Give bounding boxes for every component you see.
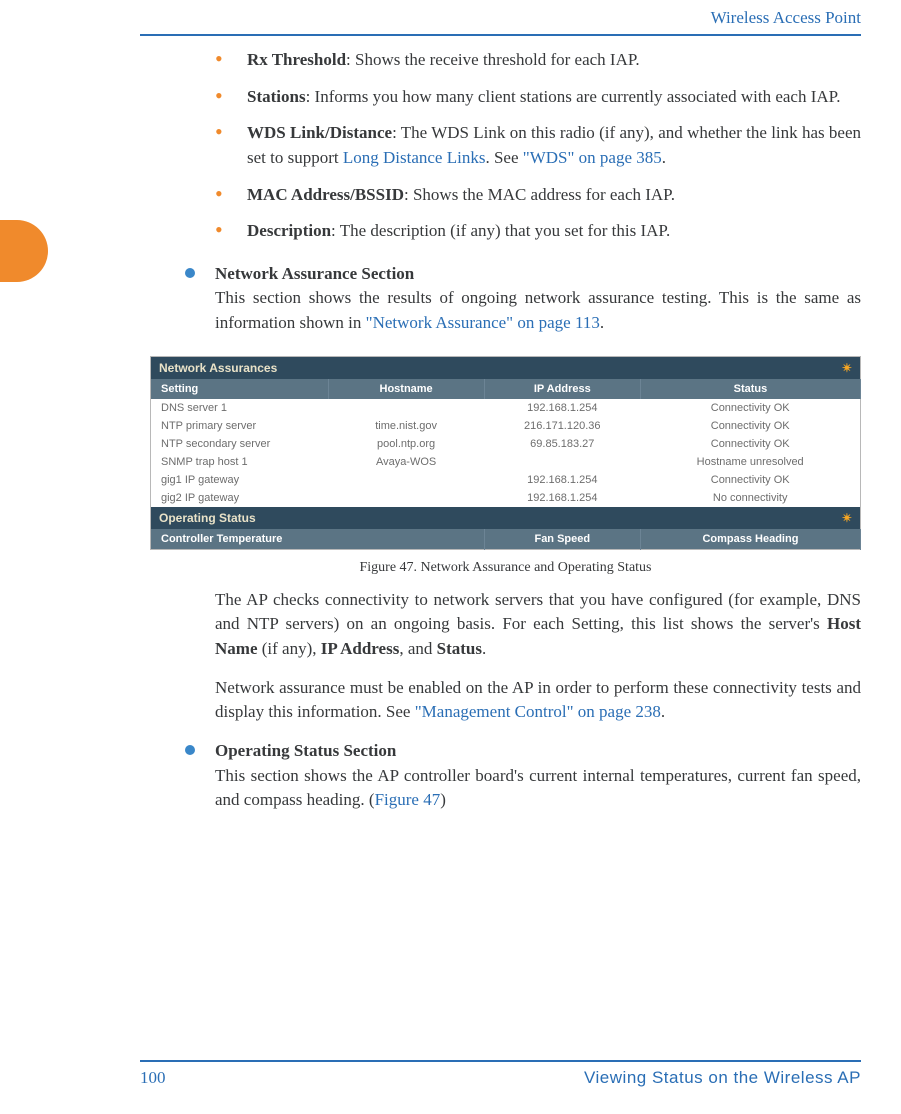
intro-after: .: [600, 313, 604, 332]
post-figure-p1: The AP checks connectivity to network se…: [215, 588, 861, 662]
section-list-2: Operating Status Section This section sh…: [185, 739, 861, 813]
section-operating-status: Operating Status Section This section sh…: [185, 739, 861, 813]
link-network-assurance[interactable]: "Network Assurance" on page 113: [366, 313, 600, 332]
operating-title-row: Operating Status ✴: [151, 507, 861, 529]
desc: : The description (if any) that you set …: [331, 221, 670, 240]
figure-caption: Figure 47. Network Assurance and Operati…: [150, 560, 861, 576]
footer-section-title: Viewing Status on the Wireless AP: [584, 1068, 861, 1088]
link-wds-page[interactable]: "WDS" on page 385: [523, 148, 662, 167]
col-status: Status: [640, 379, 860, 399]
header-title: Wireless Access Point: [0, 0, 901, 34]
operating-title: Operating Status: [159, 511, 256, 525]
assurance-title: Network Assurances: [159, 361, 277, 375]
assurance-header-row: Setting Hostname IP Address Status: [151, 379, 861, 399]
link-management-control[interactable]: "Management Control" on page 238: [415, 702, 661, 721]
text-before: This section shows the AP controller boa…: [215, 766, 861, 810]
disc-icon: [185, 745, 195, 755]
col-temp: Controller Temperature: [151, 529, 485, 550]
text-after: ): [440, 790, 446, 809]
desc: : Informs you how many client stations a…: [306, 87, 841, 106]
link-long-distance[interactable]: Long Distance Links: [343, 148, 486, 167]
term: MAC Address/BSSID: [247, 185, 404, 204]
table-row: SNMP trap host 1Avaya-WOSHostname unreso…: [151, 453, 861, 471]
bullet-wds-link: WDS Link/Distance: The WDS Link on this …: [215, 121, 861, 170]
desc: : Shows the receive threshold for each I…: [346, 50, 640, 69]
header-rule: [140, 34, 861, 36]
assurance-title-row: Network Assurances ✴: [151, 356, 861, 379]
section-head: Operating Status Section: [215, 741, 396, 760]
table-row: gig2 IP gateway192.168.1.254No connectiv…: [151, 489, 861, 507]
col-compass: Compass Heading: [640, 529, 860, 550]
gear-icon[interactable]: ✴: [842, 511, 852, 525]
col-ip: IP Address: [484, 379, 640, 399]
bullet-description: Description: The description (if any) th…: [215, 219, 861, 244]
figure-47: Network Assurances ✴ Setting Hostname IP…: [150, 356, 861, 576]
bullet-rx-threshold: Rx Threshold: Shows the receive threshol…: [215, 48, 861, 73]
page-number: 100: [140, 1068, 166, 1088]
link-figure-47[interactable]: Figure 47: [375, 790, 441, 809]
operating-header-row: Controller Temperature Fan Speed Compass…: [151, 529, 861, 550]
term: Description: [247, 221, 331, 240]
content-body: Rx Threshold: Shows the receive threshol…: [150, 48, 861, 336]
table-row: NTP primary servertime.nist.gov216.171.1…: [151, 417, 861, 435]
col-hostname: Hostname: [328, 379, 484, 399]
footer-rule: [140, 1060, 861, 1062]
bullet-stations: Stations: Informs you how many client st…: [215, 85, 861, 110]
thumb-tab: [0, 220, 48, 282]
term: Stations: [247, 87, 306, 106]
col-setting: Setting: [151, 379, 329, 399]
disc-icon: [185, 268, 195, 278]
table-row: DNS server 1192.168.1.254Connectivity OK: [151, 399, 861, 417]
section-head: Network Assurance Section: [215, 264, 414, 283]
table-row: NTP secondary serverpool.ntp.org69.85.18…: [151, 435, 861, 453]
desc: : Shows the MAC address for each IAP.: [404, 185, 675, 204]
section-network-assurance: Network Assurance Section This section s…: [185, 262, 861, 336]
post-figure-content: The AP checks connectivity to network se…: [150, 588, 861, 813]
col-fan: Fan Speed: [484, 529, 640, 550]
footer: 100 Viewing Status on the Wireless AP: [0, 1060, 901, 1088]
term: WDS Link/Distance: [247, 123, 392, 142]
bullet-list: Rx Threshold: Shows the receive threshol…: [215, 48, 861, 244]
table-row: gig1 IP gateway192.168.1.254Connectivity…: [151, 471, 861, 489]
desc-mid: . See: [485, 148, 522, 167]
section-list: Network Assurance Section This section s…: [185, 262, 861, 336]
term: Rx Threshold: [247, 50, 346, 69]
bullet-mac-bssid: MAC Address/BSSID: Shows the MAC address…: [215, 183, 861, 208]
gear-icon[interactable]: ✴: [842, 361, 852, 375]
figure-table: Network Assurances ✴ Setting Hostname IP…: [150, 356, 861, 550]
desc-after: .: [662, 148, 666, 167]
post-figure-p2: Network assurance must be enabled on the…: [215, 676, 861, 725]
